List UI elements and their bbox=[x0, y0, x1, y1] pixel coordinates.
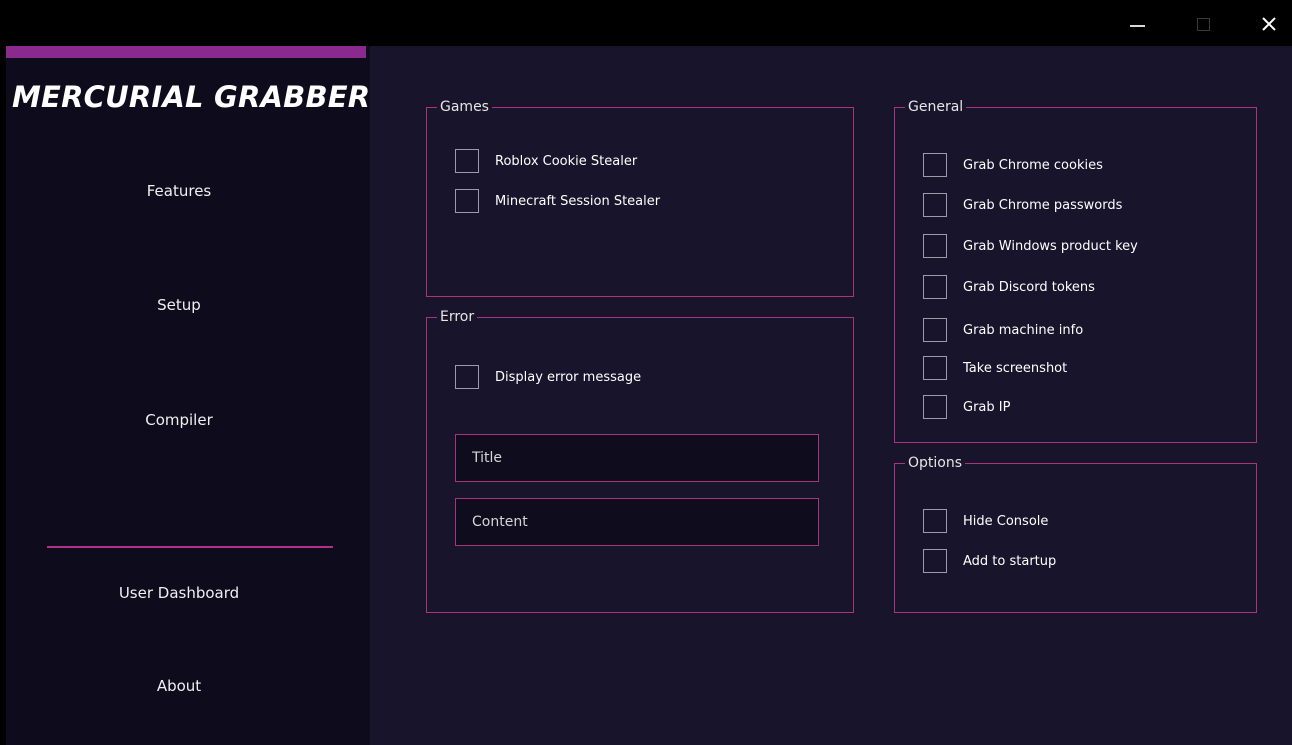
minecraft-session-stealer-label: Minecraft Session Stealer bbox=[495, 193, 661, 209]
main-panel: Games Roblox Cookie Stealer Minecraft Se… bbox=[370, 46, 1292, 745]
hide-console-checkbox[interactable] bbox=[923, 509, 947, 533]
error-group-title: Error bbox=[437, 307, 478, 327]
error-title-placeholder: Title bbox=[472, 450, 503, 466]
grab-chrome-passwords-checkbox[interactable] bbox=[923, 193, 947, 217]
error-content-placeholder: Content bbox=[472, 514, 528, 530]
display-error-message-label: Display error message bbox=[495, 369, 642, 385]
error-group: Error Display error message Title Conten… bbox=[426, 307, 854, 613]
grab-ip-label: Grab IP bbox=[963, 399, 1011, 415]
nav-setup[interactable]: Setup bbox=[6, 285, 352, 325]
add-to-startup-label: Add to startup bbox=[963, 553, 1057, 569]
grab-chrome-cookies-checkbox[interactable] bbox=[923, 153, 947, 177]
add-to-startup-checkbox[interactable] bbox=[923, 549, 947, 573]
minimize-icon bbox=[1129, 25, 1145, 27]
nav-compiler-label: Compiler bbox=[145, 411, 213, 429]
general-group: General Grab Chrome cookies Grab Chrome … bbox=[894, 97, 1257, 443]
maximize-button[interactable] bbox=[1183, 8, 1223, 40]
grab-chrome-passwords-label: Grab Chrome passwords bbox=[963, 197, 1123, 213]
display-error-message-checkbox[interactable] bbox=[455, 365, 479, 389]
games-group: Games Roblox Cookie Stealer Minecraft Se… bbox=[426, 97, 854, 297]
roblox-cookie-stealer-checkbox[interactable] bbox=[455, 149, 479, 173]
grab-machine-info-label: Grab machine info bbox=[963, 322, 1084, 338]
grab-chrome-cookies-label: Grab Chrome cookies bbox=[963, 157, 1103, 173]
sidebar: MERCURIAL GRABBER Features Setup Compile… bbox=[6, 46, 370, 745]
take-screenshot-checkbox[interactable] bbox=[923, 356, 947, 380]
display-error-message-option[interactable]: Display error message bbox=[455, 364, 641, 390]
options-group: Options Hide Console Add to startup bbox=[894, 453, 1257, 613]
grab-chrome-cookies-option[interactable]: Grab Chrome cookies bbox=[923, 152, 1103, 178]
title-bar bbox=[0, 0, 1292, 46]
nav-user-dashboard-label: User Dashboard bbox=[118, 584, 240, 602]
hide-console-option[interactable]: Hide Console bbox=[923, 508, 1048, 534]
grab-discord-tokens-option[interactable]: Grab Discord tokens bbox=[923, 274, 1095, 300]
take-screenshot-label: Take screenshot bbox=[963, 360, 1068, 376]
grab-discord-tokens-checkbox[interactable] bbox=[923, 275, 947, 299]
grab-ip-checkbox[interactable] bbox=[923, 395, 947, 419]
app-logo: MERCURIAL GRABBER bbox=[12, 80, 371, 114]
grab-chrome-passwords-option[interactable]: Grab Chrome passwords bbox=[923, 192, 1122, 218]
nav-about-label: About bbox=[156, 677, 202, 695]
nav-about[interactable]: About bbox=[6, 666, 352, 706]
roblox-cookie-stealer-option[interactable]: Roblox Cookie Stealer bbox=[455, 148, 637, 174]
nav-features-label: Features bbox=[146, 182, 212, 200]
close-button[interactable] bbox=[1249, 8, 1289, 40]
nav-features[interactable]: Features bbox=[6, 171, 352, 211]
grab-ip-option[interactable]: Grab IP bbox=[923, 394, 1010, 420]
grab-machine-info-checkbox[interactable] bbox=[923, 318, 947, 342]
grab-windows-product-key-label: Grab Windows product key bbox=[963, 238, 1138, 254]
nav-compiler[interactable]: Compiler bbox=[6, 400, 352, 440]
maximize-icon bbox=[1196, 17, 1210, 31]
sidebar-divider bbox=[47, 546, 333, 548]
close-icon bbox=[1262, 17, 1276, 31]
minimize-button[interactable] bbox=[1117, 8, 1157, 40]
add-to-startup-option[interactable]: Add to startup bbox=[923, 548, 1056, 574]
error-content-input[interactable]: Content bbox=[455, 498, 819, 546]
hide-console-label: Hide Console bbox=[963, 513, 1049, 529]
sidebar-accent-bar bbox=[6, 46, 366, 58]
minecraft-session-stealer-checkbox[interactable] bbox=[455, 189, 479, 213]
grab-windows-product-key-checkbox[interactable] bbox=[923, 234, 947, 258]
error-title-input[interactable]: Title bbox=[455, 434, 819, 482]
grab-discord-tokens-label: Grab Discord tokens bbox=[963, 279, 1095, 295]
options-group-title: Options bbox=[905, 453, 966, 473]
nav-user-dashboard[interactable]: User Dashboard bbox=[6, 573, 352, 613]
grab-windows-product-key-option[interactable]: Grab Windows product key bbox=[923, 233, 1138, 259]
nav-setup-label: Setup bbox=[157, 296, 201, 314]
games-group-title: Games bbox=[437, 97, 492, 117]
general-group-title: General bbox=[905, 97, 967, 117]
roblox-cookie-stealer-label: Roblox Cookie Stealer bbox=[495, 153, 638, 169]
grab-machine-info-option[interactable]: Grab machine info bbox=[923, 317, 1083, 343]
take-screenshot-option[interactable]: Take screenshot bbox=[923, 355, 1067, 381]
app-window: MERCURIAL GRABBER Features Setup Compile… bbox=[0, 0, 1292, 745]
minecraft-session-stealer-option[interactable]: Minecraft Session Stealer bbox=[455, 188, 660, 214]
